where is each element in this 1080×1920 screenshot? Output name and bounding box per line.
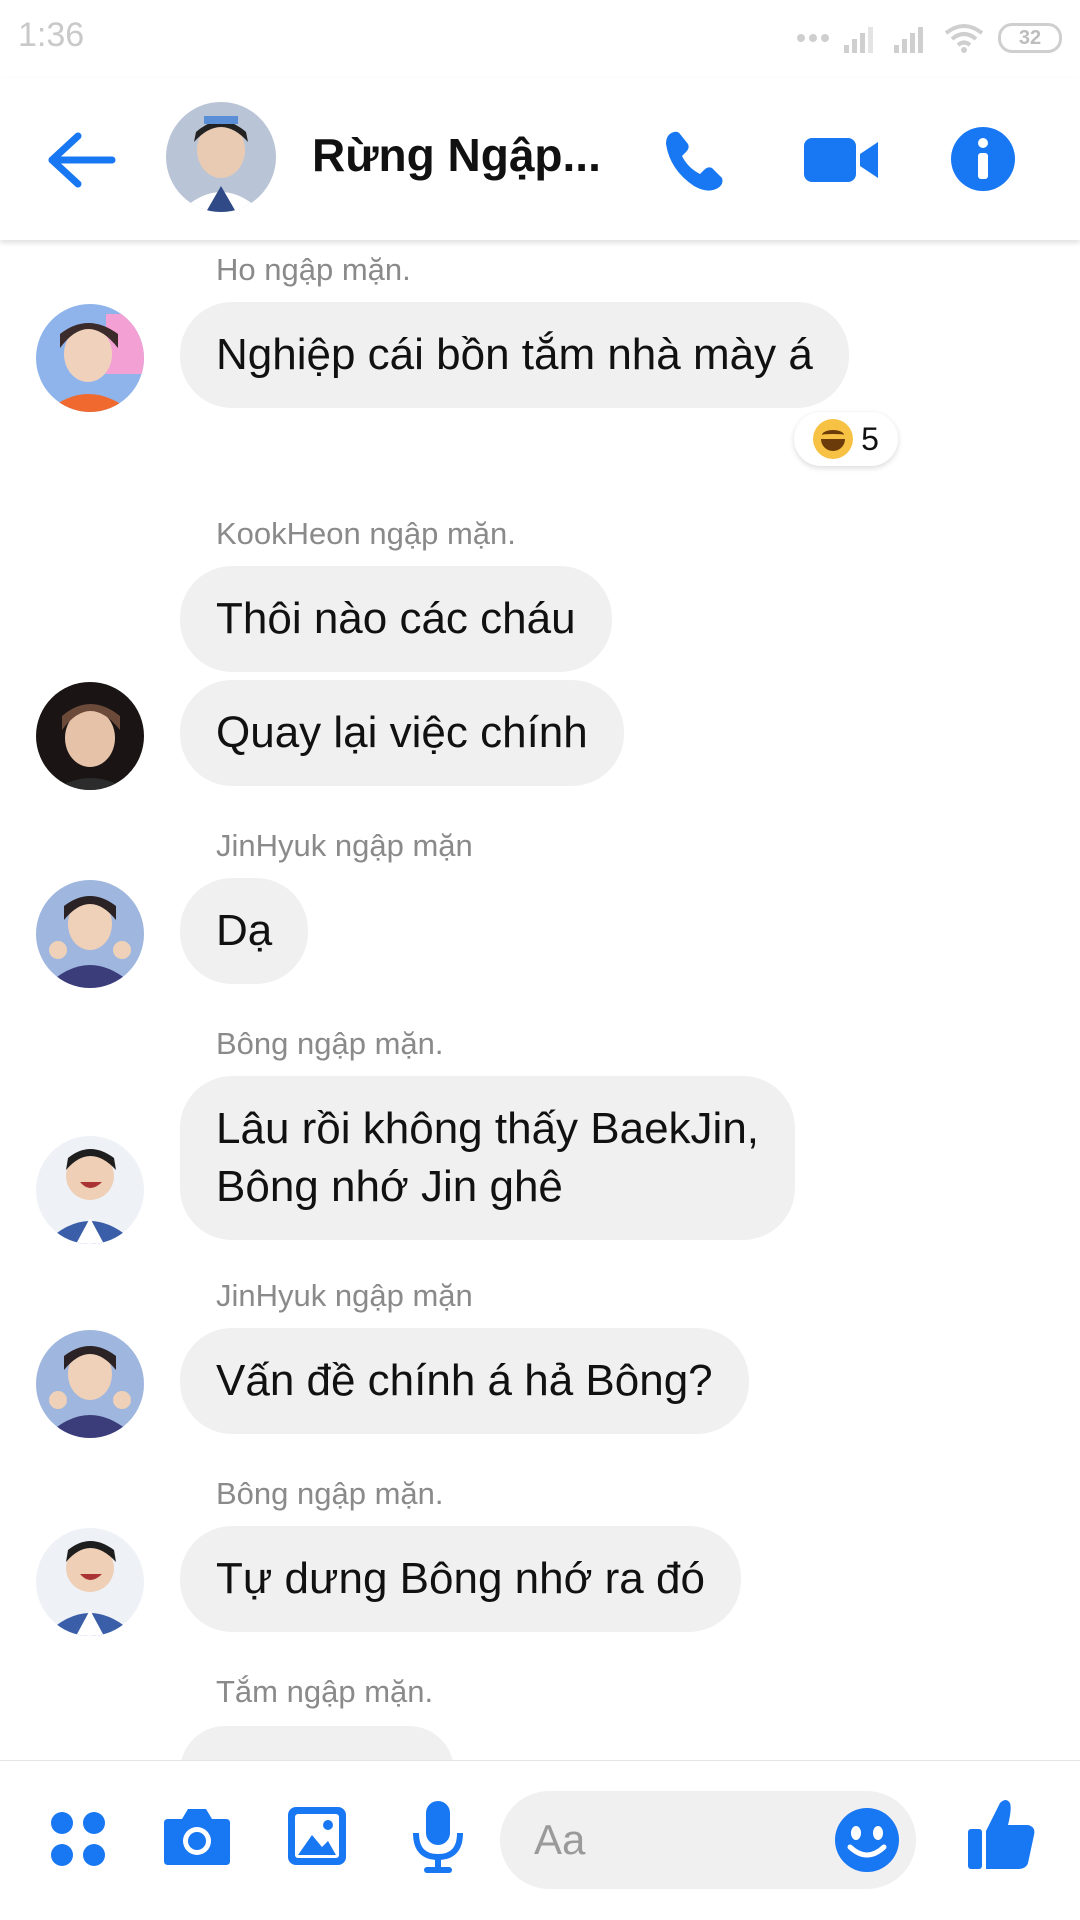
sender-name: JinHyuk ngập mặn [216,828,473,863]
avatar[interactable] [36,682,144,790]
emoji-icon[interactable] [834,1807,900,1873]
status-bar: 1:36 32 [0,0,1080,78]
sender-name: Bông ngập mặn. [216,1476,444,1511]
voice-call-button[interactable] [660,126,730,196]
info-button[interactable] [950,126,1016,192]
message-bubble[interactable]: Dạ [180,878,309,984]
sender-name: KookHeon ngập mặn. [216,516,516,551]
sender-name: JinHyuk ngập mặn [216,1278,473,1313]
avatar[interactable] [36,304,144,412]
message-bubble[interactable]: Thôi nào các cháu [180,566,612,672]
status-time: 1:36 [18,16,85,54]
message-line: Lâu rồi không thấy BaekJin, [216,1104,760,1153]
message-bubble[interactable]: Nghiệp cái bồn tắm nhà mày á [180,302,849,408]
message-list[interactable]: Ho ngập mặn. Nghiệp cái bồn tắm nhà mày … [0,240,1080,1760]
thumbs-up-icon[interactable] [966,1797,1036,1873]
battery-icon: 32 [998,23,1062,53]
message-input-field[interactable] [500,1791,916,1889]
avatar[interactable] [36,1330,144,1438]
avatar[interactable] [36,1136,144,1244]
message-bubble[interactable]: Quay lại việc chính [180,680,624,786]
message-bubble[interactable] [180,1726,454,1760]
sender-name: Bông ngập mặn. [216,1026,444,1061]
message-bubble[interactable]: Lâu rồi không thấy BaekJin, Bông nhớ Jin… [180,1076,796,1240]
laughing-face-icon [813,419,854,459]
camera-icon[interactable] [162,1805,232,1867]
video-camera-icon [804,138,878,182]
cellular-signal-2-icon [894,27,923,53]
gallery-icon[interactable] [286,1805,348,1867]
video-call-button[interactable] [802,130,882,190]
status-icons: 32 [796,18,1062,58]
signal-dots-icon [797,34,829,42]
group-avatar[interactable] [166,102,276,212]
message-bubble[interactable]: Tự dưng Bông nhớ ra đó [180,1526,741,1632]
conversation-header: Rừng Ngập... [0,78,1080,240]
info-icon [951,127,1015,191]
reaction-count: 5 [861,420,879,457]
sender-name: Ho ngập mặn. [216,252,411,287]
reaction-badge[interactable]: 5 [794,412,898,466]
back-arrow-icon [48,132,116,188]
microphone-icon[interactable] [412,1799,464,1875]
message-bubble[interactable]: Vấn đề chính á hả Bông? [180,1328,749,1434]
composer-bar [0,1760,1080,1920]
wifi-icon [944,24,984,53]
sender-name: Tắm ngập mặn. [216,1674,434,1709]
phone-icon [666,131,723,191]
message-input[interactable] [534,1791,794,1889]
avatar[interactable] [36,1528,144,1636]
avatar[interactable] [36,880,144,988]
message-line: Bông nhớ Jin ghê [216,1162,563,1211]
back-button[interactable] [44,130,120,190]
more-apps-icon[interactable] [48,1809,108,1869]
cellular-signal-icon [844,27,873,53]
chat-title[interactable]: Rừng Ngập... [312,128,601,182]
